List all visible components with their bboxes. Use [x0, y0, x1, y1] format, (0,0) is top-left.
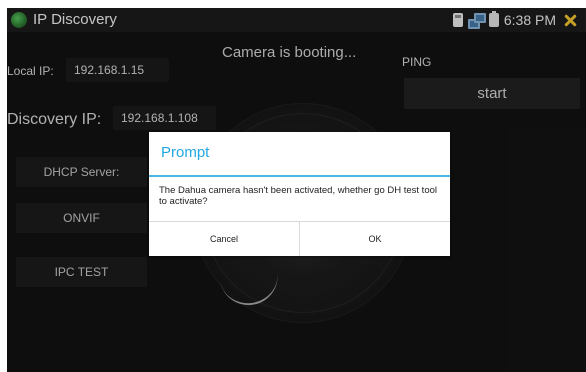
local-ip-label: Local IP: — [7, 64, 54, 78]
clock-text: 6:38 PM — [503, 12, 556, 28]
status-bar: IP Discovery 6:38 PM — [7, 8, 586, 32]
dialog-title: Prompt — [161, 144, 210, 161]
battery-icon — [488, 11, 499, 27]
network-icon — [467, 13, 486, 29]
sd-card-icon — [452, 13, 463, 27]
camera-booting-text: Camera is booting... — [222, 44, 357, 61]
status-icons: 6:38 PM — [452, 11, 578, 29]
ping-label: PING — [402, 55, 432, 69]
app-icon — [11, 12, 27, 28]
dialog-cancel-button[interactable]: Cancel — [149, 222, 299, 256]
close-icon[interactable] — [563, 13, 578, 28]
activation-prompt-dialog: Prompt The Dahua camera hasn't been acti… — [149, 132, 450, 256]
dialog-title-divider — [149, 175, 450, 177]
dhcp-server-button[interactable]: DHCP Server: — [16, 157, 147, 187]
dialog-message: The Dahua camera hasn't been activated, … — [159, 185, 438, 207]
local-ip-value[interactable]: 192.168.1.15 — [66, 58, 169, 82]
ip-discovery-screen: IP Discovery 6:38 PM Camera is booting..… — [7, 8, 586, 372]
discovery-ip-value[interactable]: 192.168.1.108 — [113, 106, 216, 130]
dialog-ok-button[interactable]: OK — [300, 222, 450, 256]
app-title: IP Discovery — [33, 11, 117, 28]
start-button[interactable]: start — [404, 78, 580, 109]
ipc-test-button[interactable]: IPC TEST — [16, 257, 147, 287]
onvif-button[interactable]: ONVIF — [16, 203, 147, 233]
discovery-ip-label: Discovery IP: — [7, 111, 102, 128]
